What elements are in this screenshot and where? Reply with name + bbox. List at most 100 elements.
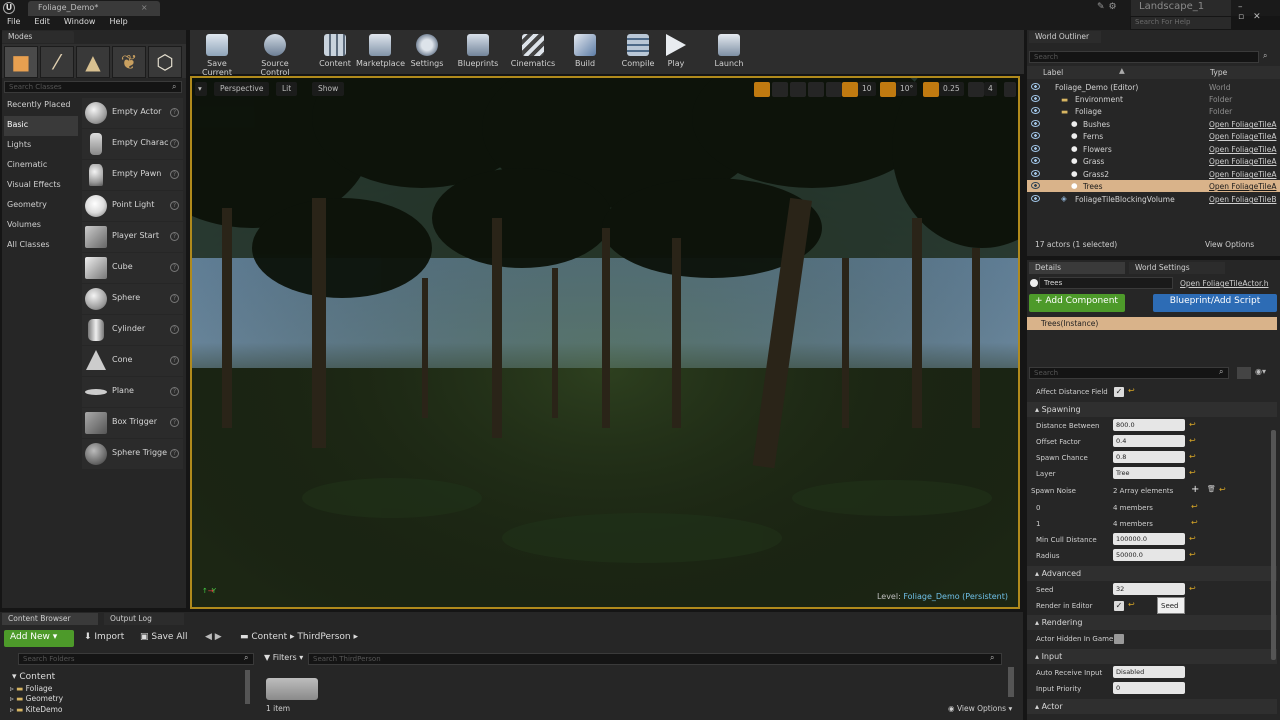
breadcrumb-content[interactable]: Content — [251, 632, 287, 642]
folder-tree-root[interactable]: ▾ Content — [12, 672, 55, 682]
folder-tree-item[interactable]: ▹ ▬ Geometry — [10, 694, 63, 703]
foliage-mode-icon[interactable]: ❦ — [112, 46, 146, 78]
distance-between-input[interactable]: 800.0 — [1113, 419, 1185, 431]
help-icon[interactable]: ? — [170, 232, 179, 241]
add-component-button[interactable]: + Add Component — [1029, 294, 1125, 312]
build-button[interactable]: Build — [570, 30, 600, 74]
help-icon[interactable]: ? — [170, 449, 179, 458]
reset-arrow-icon[interactable]: ↩ — [1128, 600, 1135, 609]
filters-button[interactable]: ▼ Filters ▾ — [264, 653, 303, 662]
row-type[interactable]: Open FoliageTileA — [1209, 120, 1276, 129]
assets-scrollbar[interactable] — [1008, 667, 1014, 697]
reset-arrow-icon[interactable]: ↩ — [1189, 420, 1196, 429]
help-icon[interactable]: ? — [170, 170, 179, 179]
lit-button[interactable]: Lit — [276, 82, 298, 96]
reset-arrow-icon[interactable]: ↩ — [1189, 452, 1196, 461]
min-cull-distance-input[interactable]: 100000.0 — [1113, 533, 1185, 545]
help-icon[interactable]: ? — [170, 387, 179, 396]
category-volumes[interactable]: Volumes — [4, 216, 78, 236]
scale-snap-button[interactable]: 0.25 — [939, 82, 964, 96]
grid-snap-icon[interactable] — [842, 82, 858, 97]
row-type[interactable]: Open FoliageTileA — [1209, 145, 1276, 154]
content-view-options[interactable]: ◉ View Options ▾ — [948, 704, 1012, 713]
document-tab[interactable]: Foliage_Demo* × — [28, 1, 160, 16]
output-log-tab[interactable]: Output Log — [104, 613, 184, 625]
row-type[interactable]: Open FoliageTileB — [1209, 195, 1276, 204]
help-icon[interactable]: ? — [170, 139, 179, 148]
type-column-header[interactable]: Type — [1210, 68, 1227, 77]
settings-button[interactable]: Settings — [408, 30, 446, 74]
blueprint-add-script-button[interactable]: Blueprint/Add Script — [1153, 294, 1277, 312]
show-button[interactable]: Show — [312, 82, 345, 96]
camera-speed-button[interactable]: 4 — [984, 82, 997, 96]
source-control-button[interactable]: Source Control — [246, 30, 304, 77]
world-local-icon[interactable] — [808, 82, 824, 97]
reset-arrow-icon[interactable]: ↩ — [1191, 502, 1198, 511]
place-item-empty-pawn[interactable]: Empty Pawn? — [82, 160, 183, 190]
outliner-view-options[interactable]: View Options — [1205, 240, 1254, 249]
import-button[interactable]: ⬇ Import — [84, 632, 124, 642]
reset-arrow-icon[interactable]: ↩ — [1128, 386, 1135, 395]
reset-arrow-icon[interactable]: ↩ — [1189, 436, 1196, 445]
input-section[interactable]: ▴ Input — [1027, 649, 1277, 664]
geometry-mode-icon[interactable]: ⬡ — [148, 46, 182, 78]
visibility-eye-icon[interactable] — [1031, 107, 1040, 114]
category-cinematic[interactable]: Cinematic — [4, 156, 78, 176]
help-icon[interactable]: ? — [170, 201, 179, 210]
place-item-plane[interactable]: Plane? — [82, 377, 183, 407]
visibility-eye-icon[interactable] — [1031, 145, 1040, 152]
level-viewport[interactable]: ▾ Perspective Lit Show 10 10° 0.25 4 ↑→Y… — [190, 76, 1020, 609]
add-new-button[interactable]: Add New ▾ — [4, 630, 74, 647]
history-arrows[interactable]: ◀ ▶ — [205, 632, 222, 642]
outliner-search-input[interactable]: Search — [1029, 51, 1259, 63]
menu-edit[interactable]: Edit — [27, 16, 57, 26]
input-priority-input[interactable]: 0 — [1113, 682, 1185, 694]
notification-icons[interactable]: ✎⚙ — [1097, 2, 1121, 12]
landscape-mode-icon[interactable]: ▲ — [76, 46, 110, 78]
rotate-tool-icon[interactable] — [772, 82, 788, 97]
component-row[interactable]: Trees(Instance) — [1027, 317, 1277, 330]
rendering-section[interactable]: ▴ Rendering — [1027, 615, 1277, 630]
help-search-input[interactable]: Search For Help — [1131, 17, 1231, 29]
visibility-eye-icon[interactable] — [1031, 120, 1040, 127]
outliner-row[interactable]: ▬ Environment Folder — [1027, 93, 1280, 105]
close-tab-icon[interactable]: × — [141, 3, 148, 12]
category-recently-placed[interactable]: Recently Placed — [4, 96, 78, 116]
auto-receive-input-dropdown[interactable]: Disabled — [1113, 666, 1185, 678]
rotation-snap-button[interactable]: 10° — [896, 82, 918, 96]
reset-arrow-icon[interactable]: ↩ — [1219, 485, 1226, 494]
visibility-eye-icon[interactable] — [1031, 95, 1040, 102]
outliner-row[interactable]: ◈ FoliageTileBlockingVolume Open FoliageTi… — [1027, 193, 1280, 205]
unreal-logo-icon[interactable]: U — [3, 2, 15, 14]
folder-tree-item[interactable]: ▹ ▬ Foliage — [10, 684, 52, 693]
visibility-eye-icon[interactable] — [1031, 195, 1040, 202]
visibility-eye-icon[interactable] — [1031, 170, 1040, 177]
outliner-row[interactable]: ● Flowers Open FoliageTileA — [1027, 143, 1280, 155]
open-source-link[interactable]: Open FoliageTileActor.h — [1180, 279, 1269, 288]
help-icon[interactable]: ? — [170, 325, 179, 334]
folder-tree-item[interactable]: ▹ ▬ KiteDemo — [10, 705, 62, 714]
label-column-header[interactable]: Label — [1043, 68, 1063, 77]
reset-arrow-icon[interactable]: ↩ — [1189, 534, 1196, 543]
affect-distance-field-checkbox[interactable]: ✓ — [1114, 387, 1124, 397]
outliner-row[interactable]: ● Bushes Open FoliageTileA — [1027, 118, 1280, 130]
cinematics-button[interactable]: Cinematics — [510, 30, 556, 74]
visibility-eye-icon[interactable] — [1031, 83, 1040, 90]
help-icon[interactable]: ? — [170, 356, 179, 365]
camera-speed-icon[interactable] — [968, 82, 984, 97]
play-button[interactable]: Play — [662, 30, 690, 74]
place-item-empty-character[interactable]: Empty Charac? — [82, 129, 183, 159]
offset-factor-input[interactable]: 0.4 — [1113, 435, 1185, 447]
rotation-snap-icon[interactable] — [880, 82, 896, 97]
search-assets-input[interactable]: Search ThirdPerson — [308, 653, 1002, 665]
actor-hidden-checkbox[interactable] — [1114, 634, 1124, 644]
menu-file[interactable]: File — [0, 16, 27, 26]
category-visual-effects[interactable]: Visual Effects — [4, 176, 78, 196]
reset-arrow-icon[interactable]: ↩ — [1189, 550, 1196, 559]
folder-thumbnail-icon[interactable] — [266, 678, 318, 700]
maximize-viewport-icon[interactable] — [1004, 82, 1016, 97]
scale-tool-icon[interactable] — [790, 82, 806, 97]
help-icon[interactable]: ? — [170, 263, 179, 272]
outliner-row[interactable]: Foliage_Demo (Editor) World — [1027, 81, 1280, 93]
tree-scrollbar[interactable] — [245, 670, 250, 704]
